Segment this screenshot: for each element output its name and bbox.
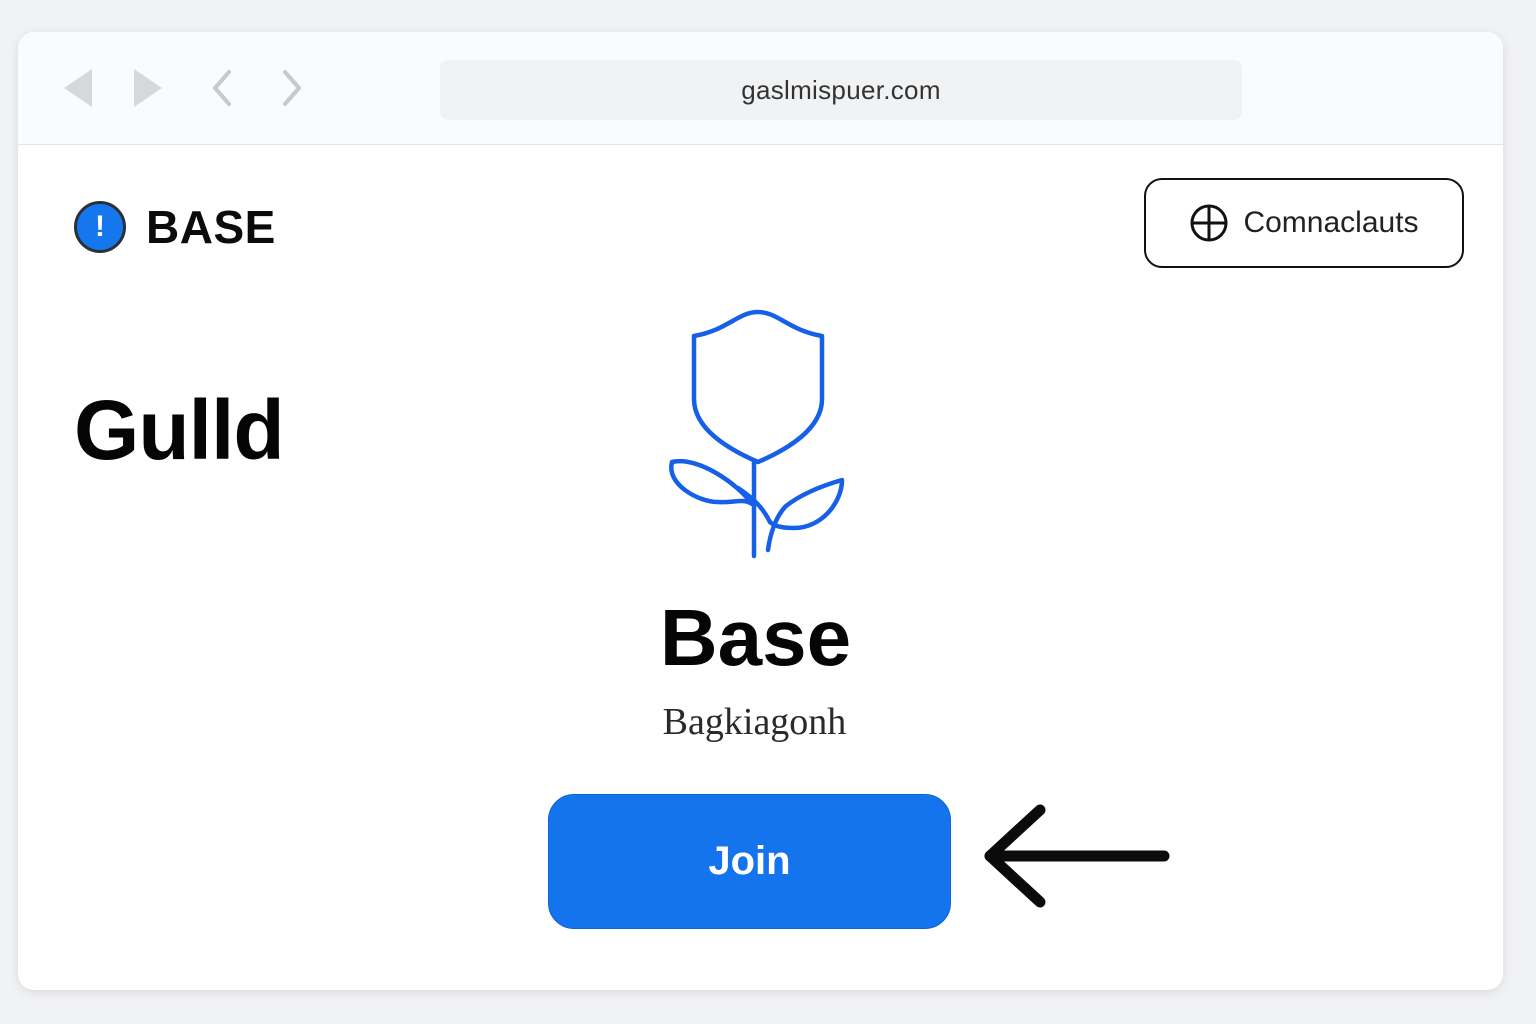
- browser-window: gaslmispuer.com ! BASE Comnaclauts Gulld…: [18, 32, 1503, 990]
- plus-circle-icon: [1189, 203, 1229, 243]
- address-bar[interactable]: gaslmispuer.com: [440, 60, 1242, 120]
- forward-arrow-icon[interactable]: [128, 66, 168, 110]
- brand-name: BASE: [146, 201, 276, 253]
- community-subtitle: Bagkiagonh: [662, 701, 847, 743]
- page-title: Gulld: [74, 383, 285, 477]
- shield-flower-icon: [669, 309, 845, 559]
- chevron-left-icon[interactable]: [202, 66, 242, 110]
- chevron-right-icon[interactable]: [272, 66, 312, 110]
- connect-button[interactable]: Comnaclauts: [1144, 178, 1464, 268]
- browser-toolbar: gaslmispuer.com: [18, 32, 1503, 145]
- back-arrow-icon[interactable]: [58, 66, 98, 110]
- arrow-left-icon: [984, 804, 1170, 908]
- join-button[interactable]: Join: [548, 794, 951, 929]
- community-name: Base: [659, 593, 852, 682]
- brand[interactable]: ! BASE: [74, 200, 276, 254]
- connect-button-label: Comnaclauts: [1243, 206, 1419, 239]
- brand-logo-icon: !: [74, 201, 126, 253]
